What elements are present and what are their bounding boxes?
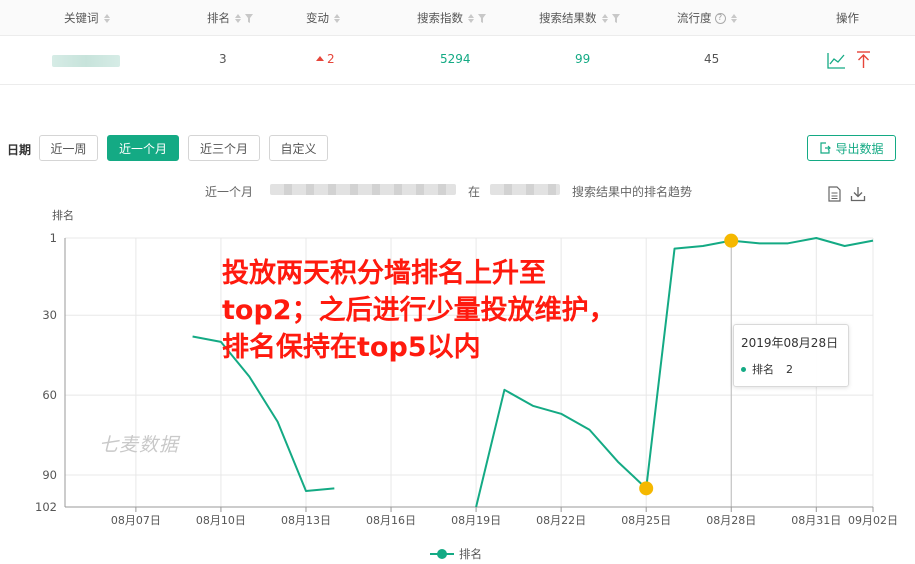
export-icon [820,142,832,154]
watermark-text: 七麦数据 [99,434,180,456]
help-icon[interactable]: ? [714,12,726,24]
x-tick-label: 08月22日 [536,514,586,527]
sort-icon[interactable] [601,13,608,23]
export-data-button[interactable]: 导出数据 [807,135,896,161]
x-tick-label: 08月25日 [621,514,671,527]
change-value: 2 [316,52,335,66]
chart-points[interactable] [639,233,739,496]
x-tick-label: 08月31日 [791,514,841,527]
annotation-line: top2；之后进行少量投放维护， [222,295,616,326]
platform-redacted [490,184,560,195]
range-button-month[interactable]: 近一个月 [107,135,179,161]
x-tick-label: 08月28日 [706,514,756,527]
chart-tooltip: 2019年08月28日 排名 2 [733,324,849,387]
range-button-custom[interactable]: 自定义 [269,135,328,161]
sort-icon[interactable] [235,13,241,23]
x-tick-label: 08月13日 [281,514,331,527]
tooltip-date: 2019年08月28日 [741,336,839,350]
legend-label: 排名 [459,547,482,561]
table-header: 关键词 排名 变动 搜索指数 搜索结果数 流行度 ? 操作 [0,0,915,36]
tooltip-row: 排名 2 [741,361,793,377]
sort-icon[interactable] [334,13,340,23]
column-header-actions: 操作 [836,11,859,25]
column-header-change[interactable]: 变动 [306,10,340,26]
result-count-value[interactable]: 99 [575,52,590,66]
keyword-redacted [52,55,120,67]
y-tick-label: 102 [35,500,57,514]
sort-icon[interactable] [468,13,474,23]
column-header-popularity[interactable]: 流行度 ? [677,10,737,26]
sort-icon[interactable] [103,13,110,23]
date-filter-label: 日期 [7,143,32,157]
sort-icon[interactable] [730,13,737,23]
rise-arrow-icon [316,56,324,61]
range-button-three-months[interactable]: 近三个月 [188,135,260,161]
annotation-text: 投放两天积分墙排名上升至 top2；之后进行少量投放维护， 排名保持在top5以… [222,255,616,366]
filter-icon[interactable] [245,13,253,23]
pin-top-icon[interactable] [856,51,871,69]
y-tick-label: 60 [42,388,57,402]
tooltip-value: 2 [786,362,793,376]
popularity-value: 45 [704,52,720,66]
y-tick-label: 1 [50,231,57,245]
filter-icon[interactable] [478,13,486,23]
app-name-redacted [270,184,456,195]
filter-icon[interactable] [611,13,620,23]
x-tick-label: 09月02日 [848,514,898,527]
column-header-result-count[interactable]: 搜索结果数 [539,10,620,26]
chart-legend[interactable]: 排名 [430,546,482,562]
x-tick-label: 08月19日 [451,514,501,527]
y-tick-label: 30 [42,308,57,322]
y-tick-label: 90 [42,468,57,482]
x-tick-label: 08月16日 [366,514,416,527]
y-axis-label: 排名 [52,208,74,222]
chart-title-suffix: 搜索结果中的排名趋势 [572,185,693,199]
chart-title-prefix: 近一个月 [205,185,254,199]
column-header-rank[interactable]: 排名 [207,10,253,26]
annotation-line: 投放两天积分墙排名上升至 [222,258,546,289]
trend-chart-icon[interactable] [827,52,846,69]
range-button-week[interactable]: 近一周 [39,135,98,161]
x-tick-label: 08月07日 [111,514,161,527]
highlight-point [639,481,654,496]
legend-line-icon [430,549,454,559]
rank-value: 3 [219,52,227,66]
column-header-keyword[interactable]: 关键词 [64,10,110,26]
tooltip-series: 排名 [752,363,774,376]
search-index-value[interactable]: 5294 [440,52,471,66]
column-header-search-index[interactable]: 搜索指数 [417,10,486,26]
series-dot-icon [741,366,746,372]
chart-title-middle: 在 [468,185,481,199]
highlight-point [724,233,739,248]
table-row: 3 2 5294 99 45 [0,37,915,85]
annotation-line: 排名保持在top5以内 [222,332,481,363]
x-tick-label: 08月10日 [196,514,246,527]
